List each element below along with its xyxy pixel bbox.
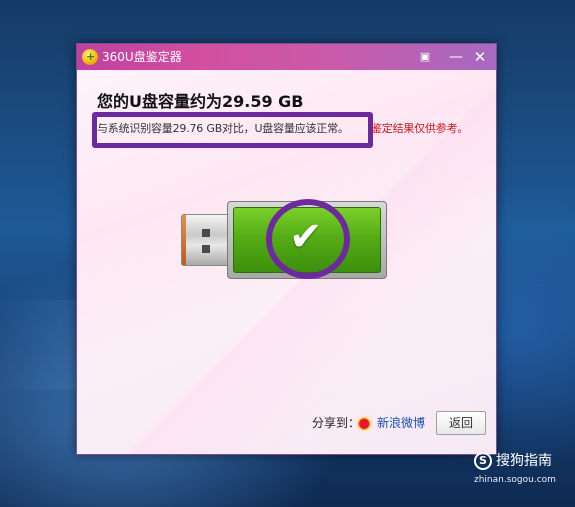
watermark-url: zhinan.sogou.com bbox=[474, 475, 556, 485]
check-mark-icon: ✔ bbox=[289, 214, 323, 260]
sogou-logo-icon: S bbox=[474, 452, 492, 470]
weibo-share-link[interactable]: 新浪微博 bbox=[377, 414, 425, 432]
window-title: 360U盘鉴定器 bbox=[102, 50, 182, 64]
message-icon[interactable]: ▣ bbox=[415, 47, 435, 67]
usb-plug bbox=[181, 214, 233, 266]
360-logo-icon: + bbox=[82, 49, 98, 65]
capacity-heading: 您的U盘容量约为29.59 GB bbox=[97, 92, 304, 111]
back-button[interactable]: 返回 bbox=[436, 411, 486, 435]
title-bar[interactable]: + 360U盘鉴定器 ▣ — ✕ bbox=[77, 44, 496, 70]
compare-text: 与系统识别容量29.76 GB对比，U盘容量应该正常。 bbox=[97, 122, 349, 135]
watermark-brand: 搜狗指南 bbox=[496, 453, 552, 469]
disclaimer-text: 鉴定结果仅供参考。 bbox=[371, 122, 469, 135]
weibo-icon[interactable] bbox=[357, 415, 373, 431]
minimize-button[interactable]: — bbox=[446, 47, 466, 67]
app-window: + 360U盘鉴定器 ▣ — ✕ 您的U盘容量约为29.59 GB 与系统识别容… bbox=[76, 43, 497, 455]
close-button[interactable]: ✕ bbox=[470, 47, 490, 67]
share-label: 分享到： bbox=[312, 416, 361, 430]
